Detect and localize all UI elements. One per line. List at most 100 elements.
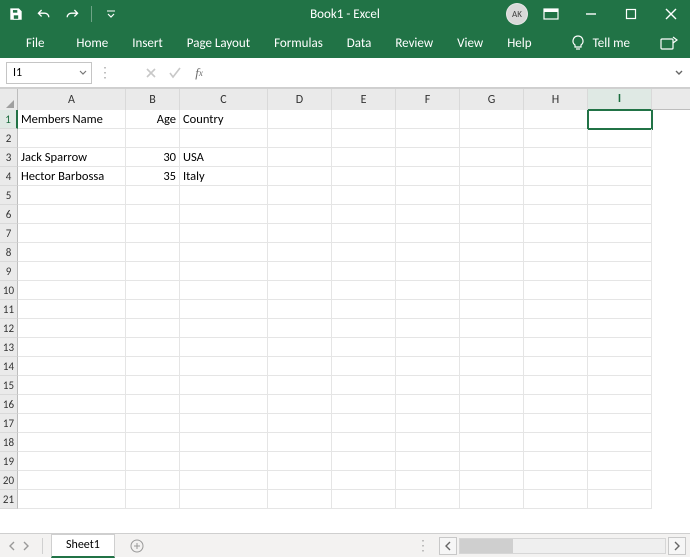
- cell-G16[interactable]: [460, 395, 524, 414]
- cell-F17[interactable]: [396, 414, 460, 433]
- cell-C13[interactable]: [180, 338, 268, 357]
- cell-I12[interactable]: [588, 319, 652, 338]
- cell-D19[interactable]: [268, 452, 332, 471]
- cell-G12[interactable]: [460, 319, 524, 338]
- column-header-A[interactable]: A: [18, 89, 126, 111]
- row-header[interactable]: 1: [0, 110, 18, 129]
- tab-review[interactable]: Review: [383, 28, 445, 58]
- cell-B17[interactable]: [126, 414, 180, 433]
- cell-I14[interactable]: [588, 357, 652, 376]
- cell-I9[interactable]: [588, 262, 652, 281]
- cell-E1[interactable]: [332, 110, 396, 129]
- cell-C20[interactable]: [180, 471, 268, 490]
- cell-F15[interactable]: [396, 376, 460, 395]
- cell-D13[interactable]: [268, 338, 332, 357]
- cell-G18[interactable]: [460, 433, 524, 452]
- cell-I6[interactable]: [588, 205, 652, 224]
- row-header[interactable]: 14: [0, 357, 18, 376]
- tab-view[interactable]: View: [445, 28, 495, 58]
- cell-H20[interactable]: [524, 471, 588, 490]
- cell-C8[interactable]: [180, 243, 268, 262]
- cell-G21[interactable]: [460, 490, 524, 509]
- row-header[interactable]: 10: [0, 281, 18, 300]
- close-icon[interactable]: [654, 0, 688, 28]
- minimize-icon[interactable]: [574, 0, 608, 28]
- cell-B13[interactable]: [126, 338, 180, 357]
- cell-H16[interactable]: [524, 395, 588, 414]
- cell-E20[interactable]: [332, 471, 396, 490]
- cell-F6[interactable]: [396, 205, 460, 224]
- row-header[interactable]: 12: [0, 319, 18, 338]
- cell-A6[interactable]: [18, 205, 126, 224]
- cell-E4[interactable]: [332, 167, 396, 186]
- scrollbar-thumb[interactable]: [460, 539, 513, 553]
- cell-C19[interactable]: [180, 452, 268, 471]
- cell-D8[interactable]: [268, 243, 332, 262]
- cell-A3[interactable]: Jack Sparrow: [18, 148, 126, 167]
- row-header[interactable]: 8: [0, 243, 18, 262]
- cell-A5[interactable]: [18, 186, 126, 205]
- cell-G7[interactable]: [460, 224, 524, 243]
- tell-me-label[interactable]: Tell me: [593, 36, 630, 51]
- tab-insert[interactable]: Insert: [120, 28, 175, 58]
- cell-A19[interactable]: [18, 452, 126, 471]
- cell-A9[interactable]: [18, 262, 126, 281]
- cell-I4[interactable]: [588, 167, 652, 186]
- cell-B10[interactable]: [126, 281, 180, 300]
- cell-D5[interactable]: [268, 186, 332, 205]
- cell-H13[interactable]: [524, 338, 588, 357]
- cell-F3[interactable]: [396, 148, 460, 167]
- cell-E21[interactable]: [332, 490, 396, 509]
- cell-E13[interactable]: [332, 338, 396, 357]
- cell-C2[interactable]: [180, 129, 268, 148]
- cell-H15[interactable]: [524, 376, 588, 395]
- cell-A2[interactable]: [18, 129, 126, 148]
- cell-A11[interactable]: [18, 300, 126, 319]
- cell-B20[interactable]: [126, 471, 180, 490]
- cell-I3[interactable]: [588, 148, 652, 167]
- cell-C1[interactable]: Country: [180, 110, 268, 129]
- new-sheet-button[interactable]: [123, 536, 151, 556]
- cell-F20[interactable]: [396, 471, 460, 490]
- cell-I20[interactable]: [588, 471, 652, 490]
- cell-I16[interactable]: [588, 395, 652, 414]
- cell-C14[interactable]: [180, 357, 268, 376]
- row-header[interactable]: 13: [0, 338, 18, 357]
- cell-I19[interactable]: [588, 452, 652, 471]
- tab-help[interactable]: Help: [495, 28, 543, 58]
- cell-F21[interactable]: [396, 490, 460, 509]
- cell-G9[interactable]: [460, 262, 524, 281]
- cell-D3[interactable]: [268, 148, 332, 167]
- cell-H4[interactable]: [524, 167, 588, 186]
- cell-I8[interactable]: [588, 243, 652, 262]
- insert-function-icon[interactable]: fx: [187, 61, 211, 85]
- column-header-C[interactable]: C: [180, 89, 268, 111]
- tellme-lightbulb-icon[interactable]: [571, 35, 585, 51]
- cell-C5[interactable]: [180, 186, 268, 205]
- tab-page-layout[interactable]: Page Layout: [175, 28, 262, 58]
- column-header-I[interactable]: I: [588, 89, 652, 111]
- qat-customize-icon[interactable]: [99, 2, 123, 26]
- cell-H7[interactable]: [524, 224, 588, 243]
- cell-D12[interactable]: [268, 319, 332, 338]
- cell-I13[interactable]: [588, 338, 652, 357]
- cell-F19[interactable]: [396, 452, 460, 471]
- drag-handle-icon[interactable]: ⋮: [92, 64, 119, 81]
- cell-B15[interactable]: [126, 376, 180, 395]
- cell-F7[interactable]: [396, 224, 460, 243]
- cell-B2[interactable]: [126, 129, 180, 148]
- cell-A12[interactable]: [18, 319, 126, 338]
- cell-A21[interactable]: [18, 490, 126, 509]
- cell-A1[interactable]: Members Name: [18, 110, 126, 129]
- cell-G4[interactable]: [460, 167, 524, 186]
- cell-C17[interactable]: [180, 414, 268, 433]
- tab-formulas[interactable]: Formulas: [262, 28, 335, 58]
- row-header[interactable]: 7: [0, 224, 18, 243]
- cell-E11[interactable]: [332, 300, 396, 319]
- cell-H19[interactable]: [524, 452, 588, 471]
- cell-H2[interactable]: [524, 129, 588, 148]
- cell-G5[interactable]: [460, 186, 524, 205]
- row-header[interactable]: 2: [0, 129, 18, 148]
- cell-A14[interactable]: [18, 357, 126, 376]
- cell-I15[interactable]: [588, 376, 652, 395]
